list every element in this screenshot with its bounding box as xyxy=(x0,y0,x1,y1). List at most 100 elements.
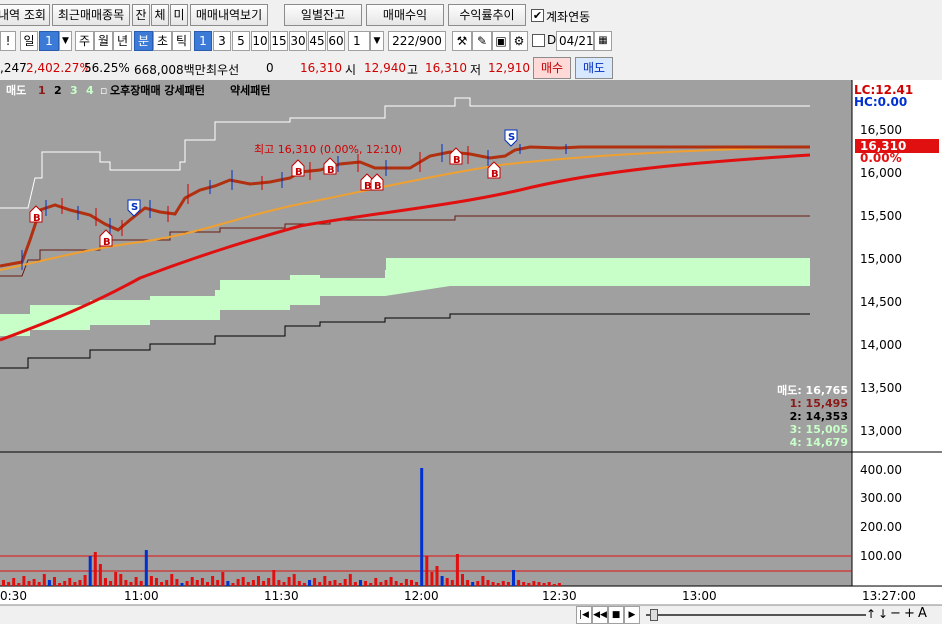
legend-sell: 매도 xyxy=(6,83,26,97)
volume-bar xyxy=(353,582,357,586)
zoom-in-icon[interactable]: + xyxy=(904,606,915,621)
volume-bar xyxy=(47,580,51,586)
best-bid-value: 0 xyxy=(266,61,274,75)
volume-bar xyxy=(12,578,16,586)
interval-45[interactable]: 45 xyxy=(308,31,326,51)
volume-bar xyxy=(552,584,556,586)
day-unit-label[interactable]: 일 xyxy=(20,31,38,51)
volume-bar xyxy=(537,582,541,586)
svg-text:B: B xyxy=(374,181,382,192)
interval-60[interactable]: 60 xyxy=(327,31,345,51)
zoom-slider-handle[interactable] xyxy=(650,609,658,621)
ticker-bar: ,247 2,402.27% 56.25% 668,008백만 최우선 0 16… xyxy=(0,56,942,80)
save-icon[interactable]: ▣ xyxy=(492,31,510,51)
volume-bar xyxy=(542,583,546,586)
volume-bar xyxy=(557,583,561,586)
volume-bar xyxy=(425,556,429,586)
indicator-tools-icon[interactable]: ⚒ xyxy=(452,31,472,51)
date-checkbox-label: D xyxy=(547,33,557,47)
zoom-out-icon[interactable]: − xyxy=(890,606,901,621)
zoom-slider[interactable] xyxy=(646,614,866,616)
buy-button[interactable]: 매수 xyxy=(533,57,571,79)
trade-profit-button[interactable]: 매매수익 xyxy=(366,4,444,26)
volume-bar xyxy=(165,580,169,586)
low-label: 저 xyxy=(470,63,482,77)
price-tick: 14,000 xyxy=(860,338,902,352)
unexecuted-button[interactable]: 미 xyxy=(170,4,188,26)
period-minute[interactable]: 분 xyxy=(134,31,153,51)
volume-bar xyxy=(155,578,158,586)
period-year[interactable]: 년 xyxy=(113,31,132,51)
volume-bar xyxy=(144,550,148,586)
period-week[interactable]: 주 xyxy=(75,31,94,51)
partial-query-button[interactable]: 내역 조회 xyxy=(0,4,50,26)
period-second[interactable]: 초 xyxy=(153,31,172,51)
draw-tools-icon[interactable]: ✎ xyxy=(472,31,492,51)
legend-2: 2 xyxy=(54,84,62,97)
volume-bar xyxy=(170,574,174,586)
account-link-checkbox[interactable]: ✔ xyxy=(531,9,544,22)
executed-button[interactable]: 체 xyxy=(151,4,169,26)
volume-bar xyxy=(476,581,480,586)
value-sell: 매도: 16,765 xyxy=(777,383,848,397)
scroll-prev-icon[interactable]: ◀◀ xyxy=(592,606,608,624)
volume-bar xyxy=(2,580,5,586)
volume-tick: 300.00 xyxy=(860,491,902,505)
svg-text:B: B xyxy=(491,169,499,180)
volume-bar xyxy=(68,578,72,586)
period-month[interactable]: 월 xyxy=(94,31,113,51)
volume-bar xyxy=(262,581,266,586)
volume-bar xyxy=(272,570,276,586)
period-tick[interactable]: 틱 xyxy=(172,31,191,51)
volume-bar xyxy=(93,552,97,586)
volume-bar xyxy=(359,580,362,586)
day-dropdown-icon[interactable]: ▼ xyxy=(59,31,72,51)
value-4: 4: 14,679 xyxy=(790,436,848,449)
font-size-icon[interactable]: A xyxy=(918,606,927,621)
day-value-select[interactable]: 1 xyxy=(39,31,59,51)
volume-bar xyxy=(506,582,510,586)
volume-bar xyxy=(200,578,204,586)
volume-bar xyxy=(313,578,317,586)
interval-3[interactable]: 3 xyxy=(213,31,231,51)
alert-button[interactable]: ! xyxy=(0,31,16,51)
price-chart[interactable]: B B B B B B B B S S 최고 16,310 (0.00%, 12… xyxy=(0,80,942,624)
high-value: 16,310 xyxy=(425,61,467,75)
volume-bar xyxy=(226,581,230,586)
scroll-stop-icon[interactable]: ■ xyxy=(608,606,624,624)
volume-bar xyxy=(532,581,536,586)
collapse-icon[interactable]: ↑ xyxy=(866,607,876,621)
trade-history-button[interactable]: 매매내역보기 xyxy=(190,4,268,26)
volume-tick: 200.00 xyxy=(860,520,902,534)
date-input[interactable]: 04/21 xyxy=(556,31,594,51)
date-checkbox[interactable] xyxy=(532,34,545,47)
interval-1[interactable]: 1 xyxy=(194,31,212,51)
interval-15[interactable]: 15 xyxy=(270,31,288,51)
interval-30[interactable]: 30 xyxy=(289,31,307,51)
volume-bar xyxy=(282,582,286,586)
time-tick: 0:30 xyxy=(0,589,27,603)
profit-rate-button[interactable]: 수익률추이 xyxy=(448,4,526,26)
daily-balance-button[interactable]: 일별잔고 xyxy=(284,4,362,26)
settings-gear-icon[interactable]: ⚙ xyxy=(510,31,528,51)
legend-1: 1 xyxy=(38,84,46,97)
volume-bar xyxy=(134,577,138,586)
volume-bar xyxy=(466,580,470,586)
volume-bar xyxy=(481,576,485,586)
sell-button[interactable]: 매도 xyxy=(575,57,613,79)
volume-bar xyxy=(63,581,67,586)
volume-bar xyxy=(7,582,11,586)
volume-bar xyxy=(297,581,301,586)
calendar-icon[interactable]: ▦ xyxy=(594,31,612,51)
volume-bar xyxy=(338,583,342,586)
interval-10[interactable]: 10 xyxy=(251,31,269,51)
scroll-first-icon[interactable]: |◀ xyxy=(576,606,592,624)
interval-5[interactable]: 5 xyxy=(232,31,250,51)
balance-button[interactable]: 잔 xyxy=(132,4,150,26)
count-dropdown-icon[interactable]: ▼ xyxy=(370,31,384,51)
volume-bar xyxy=(257,576,260,586)
scroll-next-icon[interactable]: ▶ xyxy=(624,606,640,624)
recent-trades-button[interactable]: 최근매매종목 xyxy=(52,4,130,26)
expand-icon[interactable]: ↓ xyxy=(878,607,888,621)
count-input[interactable]: 1 xyxy=(348,31,370,51)
